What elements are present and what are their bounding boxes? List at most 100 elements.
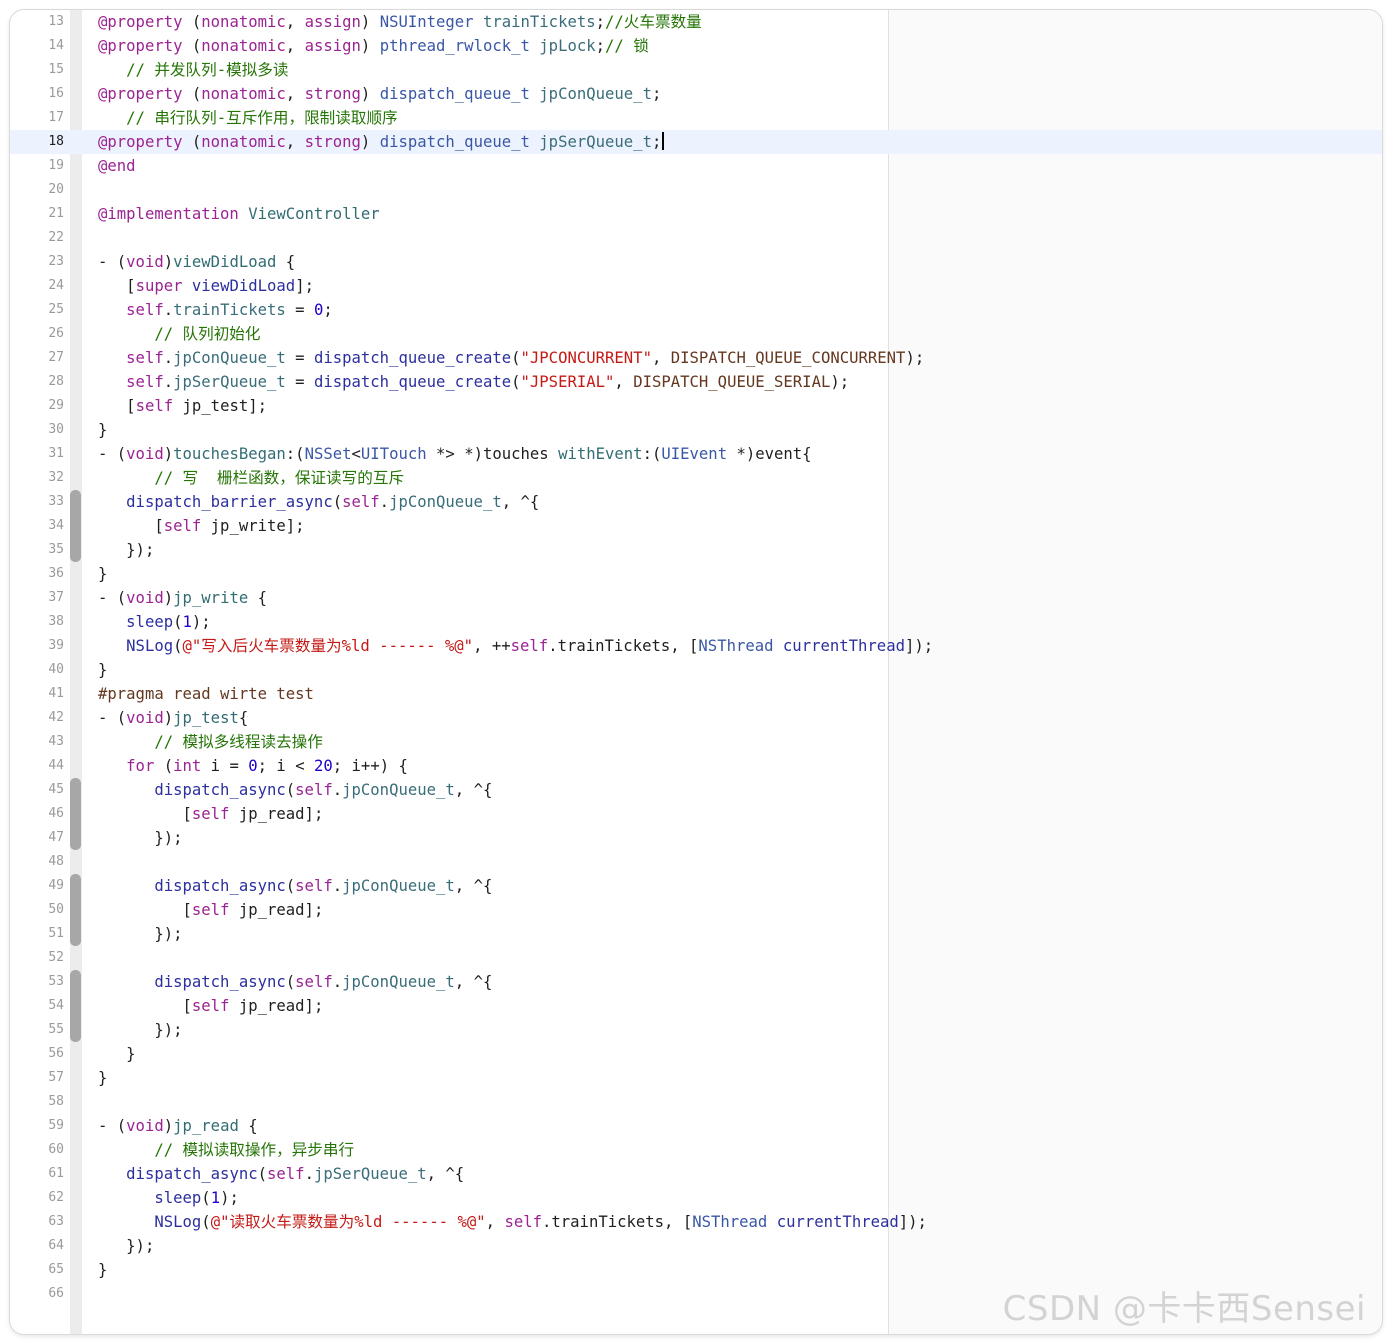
code-text[interactable]: }); [98,922,182,946]
code-line[interactable]: 34 [self jp_write]; [10,514,1382,538]
code-text[interactable]: dispatch_async(self.jpConQueue_t, ^{ [98,778,492,802]
change-indicator[interactable] [70,874,81,898]
code-text[interactable]: [self jp_test]; [98,394,267,418]
code-line[interactable]: 39 NSLog(@"写入后火车票数量为%ld ------ %@", ++se… [10,634,1382,658]
change-indicator[interactable] [70,922,81,946]
code-text[interactable]: - (void)jp_write { [98,586,267,610]
code-line[interactable]: 65} [10,1258,1382,1282]
code-line[interactable]: 24 [super viewDidLoad]; [10,274,1382,298]
change-indicator[interactable] [70,994,81,1018]
change-indicator[interactable] [70,970,81,994]
code-line[interactable]: 22 [10,226,1382,250]
code-line[interactable]: 59 - (void)jp_read { [10,1114,1382,1138]
code-line[interactable]: 56 } [10,1042,1382,1066]
code-line[interactable]: 14 @property (nonatomic, assign) pthread_… [10,34,1382,58]
code-text[interactable]: } [98,658,107,682]
code-line[interactable]: 61 dispatch_async(self.jpSerQueue_t, ^{ [10,1162,1382,1186]
code-line[interactable]: 19 @end [10,154,1382,178]
code-text[interactable]: [self jp_read]; [98,994,323,1018]
code-text[interactable]: NSLog(@"读取火车票数量为%ld ------ %@", self.tra… [98,1210,927,1234]
code-line[interactable]: 40} [10,658,1382,682]
code-text[interactable]: } [98,1066,107,1090]
change-indicator[interactable] [70,514,81,538]
code-editor[interactable]: 13 @property (nonatomic, assign) NSUInteg… [10,10,1382,1334]
code-text[interactable]: }); [98,538,154,562]
code-line[interactable]: 21 @implementation ViewController [10,202,1382,226]
code-text[interactable]: self.jpConQueue_t = dispatch_queue_creat… [98,346,924,370]
change-indicator[interactable] [70,538,81,562]
code-text[interactable]: for (int i = 0; i < 20; i++) { [98,754,408,778]
code-line[interactable]: 13 @property (nonatomic, assign) NSUInteg… [10,10,1382,34]
code-text[interactable]: self.trainTickets = 0; [98,298,333,322]
code-text[interactable]: // 串行队列-互斥作用，限制读取顺序 [98,106,397,130]
code-line[interactable]: 55 }); [10,1018,1382,1042]
code-text[interactable]: dispatch_barrier_async(self.jpConQueue_t… [98,490,539,514]
code-line[interactable]: 17 // 串行队列-互斥作用，限制读取顺序 [10,106,1382,130]
code-text[interactable]: NSLog(@"写入后火车票数量为%ld ------ %@", ++self.… [98,634,933,658]
code-text[interactable]: sleep(1); [98,1186,239,1210]
code-line[interactable]: 27 self.jpConQueue_t = dispatch_queue_cr… [10,346,1382,370]
change-indicator[interactable] [70,778,81,802]
code-text[interactable]: sleep(1); [98,610,211,634]
code-text[interactable]: // 并发队列-模拟多读 [98,58,288,82]
code-line[interactable]: 42 - (void)jp_test{ [10,706,1382,730]
code-text[interactable]: }); [98,1234,154,1258]
code-text[interactable]: [self jp_read]; [98,898,323,922]
code-line[interactable]: 53 dispatch_async(self.jpConQueue_t, ^{ [10,970,1382,994]
code-text[interactable]: dispatch_async(self.jpConQueue_t, ^{ [98,874,492,898]
code-text[interactable]: // 队列初始化 [98,322,260,346]
code-line[interactable]: 54 [self jp_read]; [10,994,1382,1018]
code-text[interactable]: dispatch_async(self.jpSerQueue_t, ^{ [98,1162,464,1186]
code-line[interactable]: 64 }); [10,1234,1382,1258]
code-text[interactable]: - (void)jp_read { [98,1114,258,1138]
code-text[interactable]: @implementation ViewController [98,202,380,226]
code-text[interactable]: } [98,562,107,586]
code-line[interactable]: 23 - (void)viewDidLoad { [10,250,1382,274]
code-line[interactable]: 46 [self jp_read]; [10,802,1382,826]
code-line[interactable]: 33 dispatch_barrier_async(self.jpConQueu… [10,490,1382,514]
code-line[interactable]: 20 [10,178,1382,202]
code-text[interactable]: // 写 栅栏函数，保证读写的互斥 [98,466,404,490]
code-text[interactable]: @property (nonatomic, assign) pthread_rw… [98,34,649,58]
code-text[interactable]: @property (nonatomic, strong) dispatch_q… [98,82,661,106]
code-line[interactable]: 49 dispatch_async(self.jpConQueue_t, ^{ [10,874,1382,898]
change-indicator[interactable] [70,490,81,514]
code-text[interactable]: [self jp_read]; [98,802,323,826]
code-line[interactable]: 28 self.jpSerQueue_t = dispatch_queue_cr… [10,370,1382,394]
code-line[interactable]: 44 for (int i = 0; i < 20; i++) { [10,754,1382,778]
code-line[interactable]: 41 #pragma read wirte test [10,682,1382,706]
code-text[interactable]: [self jp_write]; [98,514,304,538]
code-line[interactable]: 37 - (void)jp_write { [10,586,1382,610]
code-text[interactable]: }); [98,826,182,850]
code-text[interactable]: [super viewDidLoad]; [98,274,314,298]
code-text[interactable]: #pragma read wirte test [98,682,314,706]
code-line[interactable]: 43 // 模拟多线程读去操作 [10,730,1382,754]
code-text[interactable]: self.jpSerQueue_t = dispatch_queue_creat… [98,370,849,394]
code-text[interactable]: dispatch_async(self.jpConQueue_t, ^{ [98,970,492,994]
code-text[interactable]: } [98,1258,107,1282]
code-text[interactable]: @property (nonatomic, strong) dispatch_q… [98,130,665,154]
change-indicator[interactable] [70,898,81,922]
code-line[interactable]: 51 }); [10,922,1382,946]
code-line[interactable]: 29 [self jp_test]; [10,394,1382,418]
code-line[interactable]: 47 }); [10,826,1382,850]
code-line[interactable]: 26 // 队列初始化 [10,322,1382,346]
code-text[interactable]: - (void)jp_test{ [98,706,248,730]
code-line[interactable]: 58 [10,1090,1382,1114]
change-indicator[interactable] [70,802,81,826]
code-line[interactable]: 50 [self jp_read]; [10,898,1382,922]
code-text[interactable]: @property (nonatomic, assign) NSUInteger… [98,10,702,34]
code-line[interactable]: 48 [10,850,1382,874]
code-line[interactable]: 15 // 并发队列-模拟多读 [10,58,1382,82]
code-line[interactable]: 32 // 写 栅栏函数，保证读写的互斥 [10,466,1382,490]
code-line[interactable]: 35 }); [10,538,1382,562]
code-text[interactable]: - (void)touchesBegan:(NSSet<UITouch *> *… [98,442,812,466]
change-indicator[interactable] [70,1018,81,1042]
change-indicator[interactable] [70,826,81,850]
code-text[interactable]: // 模拟多线程读去操作 [98,730,323,754]
code-text[interactable]: } [98,1042,135,1066]
code-line[interactable]: 16 @property (nonatomic, strong) dispatch… [10,82,1382,106]
code-line[interactable]: 63 NSLog(@"读取火车票数量为%ld ------ %@", self.… [10,1210,1382,1234]
code-line[interactable]: 25 self.trainTickets = 0; [10,298,1382,322]
code-line[interactable]: 18 @property (nonatomic, strong) dispatch… [10,130,1382,154]
